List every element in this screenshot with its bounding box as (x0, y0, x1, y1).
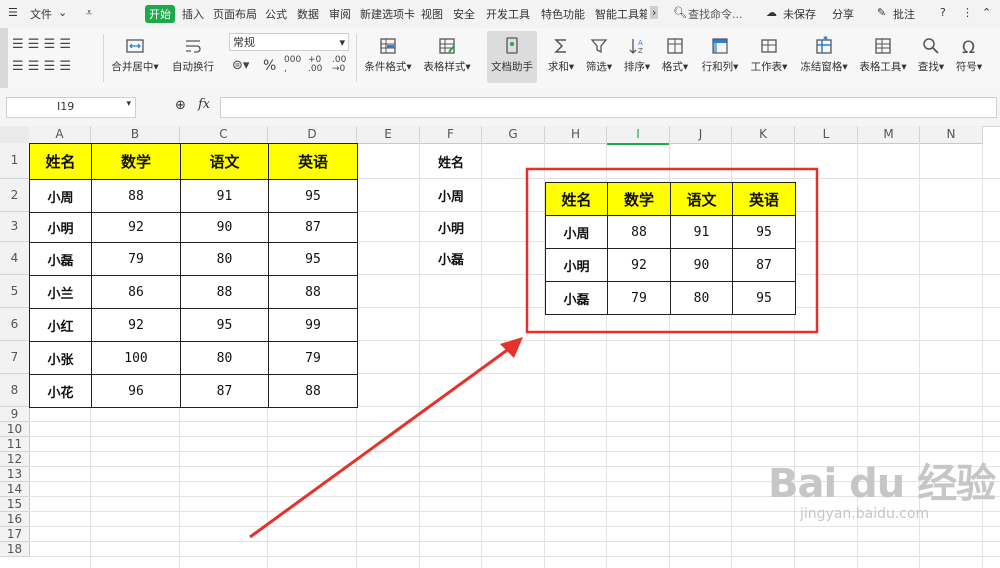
tab-page-layout[interactable]: 页面布局 (213, 6, 257, 22)
filter-button[interactable]: 筛选▾ (584, 36, 614, 74)
svg-text:✱: ✱ (823, 36, 828, 42)
arrow-head (500, 337, 523, 358)
sheet-button[interactable]: 工作表▾ (750, 36, 788, 74)
doc-helper-button[interactable]: 文档助手 (487, 31, 537, 83)
find-button[interactable]: 查找▾ (916, 36, 946, 74)
table-style-icon (439, 38, 455, 54)
conditional-format-button[interactable]: 条件格式▾ (362, 36, 414, 74)
share-button[interactable]: 分享 (832, 6, 854, 22)
formula-input[interactable] (220, 97, 997, 118)
unsaved-status[interactable]: 未保存 (783, 6, 816, 22)
align-icons[interactable]: ☰ ☰ ☰ ☰ ☰ ☰ ☰ ☰ (12, 34, 71, 78)
chevron-down-icon: ▾ (126, 99, 131, 109)
more-icon[interactable]: ⋮ (962, 6, 973, 19)
thousands-icon[interactable]: 000, (284, 56, 301, 74)
merge-center-button[interactable]: 合并居中▾ (110, 36, 160, 74)
tab-formula[interactable]: 公式 (265, 6, 287, 22)
table-tools-icon (875, 38, 891, 54)
formula-bar: I19 ▾ ⊕ fx (0, 88, 1000, 127)
freeze-icon: ✱ (816, 36, 832, 54)
merge-icon (126, 39, 144, 53)
menu-bar: ☰ 文件 ⌄ ⩡ 开始 插入 页面布局 公式 数据 审阅 新建选项卡 视图 安全… (0, 0, 1000, 29)
cloud-icon[interactable]: ☁ (766, 6, 777, 19)
arrow-line (249, 346, 511, 539)
symbol-button[interactable]: Ω 符号▾ (954, 36, 984, 74)
tab-smart-tools[interactable]: 智能工具箱 (595, 6, 647, 22)
table-style-button[interactable]: 表格样式▾ (421, 36, 473, 74)
sort-icon: AZ (629, 39, 643, 55)
tab-special[interactable]: 特色功能 (541, 6, 585, 22)
doc-helper-icon (506, 37, 518, 54)
tab-developer[interactable]: 开发工具 (486, 6, 530, 22)
tab-security[interactable]: 安全 (453, 6, 475, 22)
currency-icon[interactable]: ⊜▾ (232, 58, 249, 73)
sum-icon (554, 39, 566, 53)
tab-new[interactable]: 新建选项卡 (360, 6, 415, 22)
find-icon (923, 38, 939, 54)
hamburger-icon[interactable]: ☰ (8, 6, 18, 19)
help-icon[interactable]: ? (940, 6, 946, 19)
row-col-icon (712, 38, 728, 54)
wrap-text-button[interactable]: 自动换行 (170, 36, 216, 74)
watermark-brand: Bai du 经验 (768, 461, 996, 507)
zoom-icon[interactable]: ⊕ (175, 98, 186, 113)
command-search[interactable]: 查找命令... (688, 6, 743, 22)
sort-button[interactable]: AZ 排序▾ (622, 36, 652, 74)
freeze-panes-button[interactable]: ✱ 冻结窗格▾ (798, 36, 850, 74)
row-col-button[interactable]: 行和列▾ (700, 36, 740, 74)
comment-icon[interactable]: ✎ (877, 6, 886, 19)
svg-text:A: A (638, 39, 643, 47)
name-box[interactable]: I19 ▾ (6, 97, 136, 118)
fx-icon[interactable]: fx (198, 97, 210, 112)
search-icon[interactable]: 🔍︎ (673, 6, 687, 19)
quick-access-icon[interactable]: ⩡ (86, 6, 92, 20)
wrap-icon (186, 40, 201, 53)
ribbon-scroll-left[interactable] (0, 28, 8, 88)
filter-icon (590, 39, 608, 54)
omega-icon: Ω (962, 38, 975, 56)
chevron-down-icon[interactable]: ⌄ (58, 6, 67, 19)
number-format-select[interactable]: 常规 ▾ (229, 33, 349, 51)
format-icon (667, 38, 683, 54)
table-tools-button[interactable]: 表格工具▾ (857, 36, 909, 74)
tab-home[interactable]: 开始 (145, 5, 175, 23)
svg-text:Z: Z (638, 47, 643, 55)
decrease-decimal-icon[interactable]: .00 →0 (332, 56, 346, 74)
percent-button[interactable]: % (263, 58, 276, 74)
tab-data[interactable]: 数据 (297, 6, 319, 22)
watermark-url: jingyan.baidu.com (800, 506, 930, 522)
format-button[interactable]: 格式▾ (660, 36, 690, 74)
highlight-box (525, 167, 819, 334)
conditional-format-icon (380, 38, 396, 54)
increase-decimal-icon[interactable]: +0.00 (308, 56, 322, 74)
ribbon: ☰ ☰ ☰ ☰ ☰ ☰ ☰ ☰ 合并居中▾ 自动换行 常规 ▾ ⊜▾ % 000, … (0, 28, 1000, 89)
tab-insert[interactable]: 插入 (182, 6, 204, 22)
sheet-icon (761, 39, 777, 53)
file-menu[interactable]: 文件 (30, 6, 52, 22)
tab-review[interactable]: 审阅 (329, 6, 351, 22)
comment-button[interactable]: 批注 (893, 6, 915, 22)
svg-text:Ω: Ω (962, 38, 975, 56)
spreadsheet-grid[interactable]: ABCDEFGHIJKLMN 1 2 3 4 5 6 7 8 9 10 11 12 13 14 15 16 17… (0, 126, 1000, 568)
sum-button[interactable]: 求和▾ (546, 36, 576, 74)
collapse-icon[interactable]: ⌃ (982, 6, 991, 19)
more-tabs-icon[interactable]: › (650, 6, 659, 19)
tab-view[interactable]: 视图 (421, 6, 443, 22)
